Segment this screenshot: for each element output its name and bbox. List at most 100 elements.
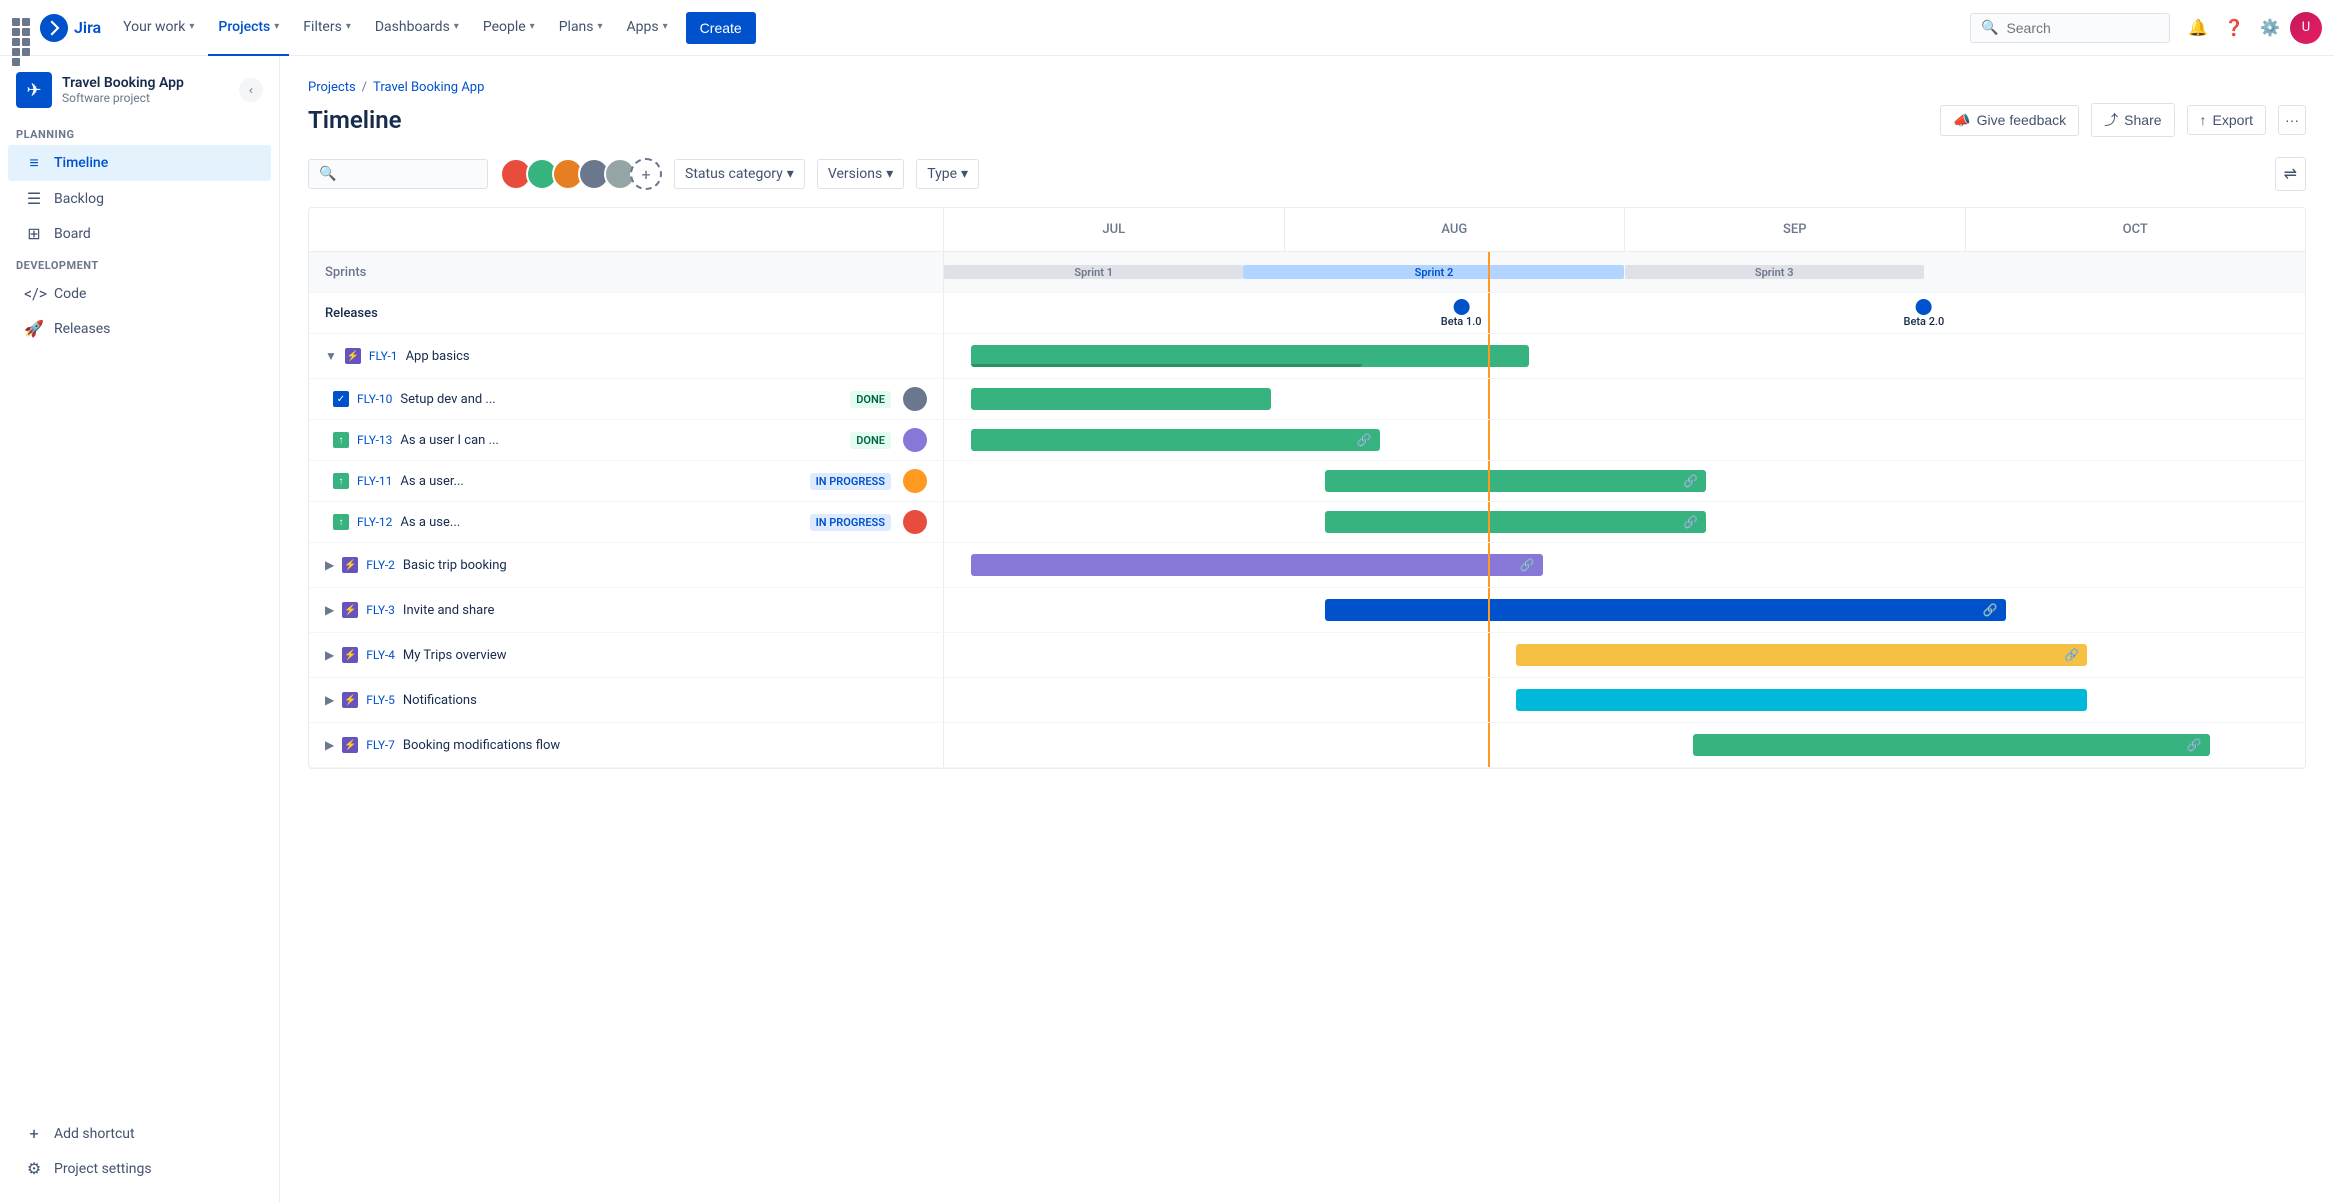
- sidebar-item-backlog[interactable]: ☰ Backlog: [8, 181, 271, 216]
- type-filter[interactable]: Type ▾: [916, 159, 979, 189]
- releases-gantt: Beta 1.0 Beta 2.0: [944, 293, 2305, 333]
- expand-icon[interactable]: ▶: [325, 603, 334, 617]
- top-navigation: Jira Your work ▾ Projects ▾ Filters ▾ Da…: [0, 0, 2334, 56]
- epic-type-icon: ⚡: [342, 602, 358, 618]
- epic-fly1-gantt: [944, 334, 2305, 378]
- releases-label: Releases: [325, 306, 378, 321]
- issue-title: As a user...: [400, 474, 801, 489]
- add-shortcut-icon: +: [24, 1124, 44, 1143]
- timeline-column-headers: JUL AUG SEP OCT: [309, 208, 2305, 252]
- nav-apps[interactable]: Apps ▾: [617, 0, 678, 56]
- expand-icon[interactable]: ▶: [325, 648, 334, 662]
- search-box[interactable]: 🔍: [1970, 13, 2170, 43]
- nav-filters[interactable]: Filters ▾: [293, 0, 361, 56]
- nav-your-work[interactable]: Your work ▾: [113, 0, 204, 56]
- epic-fly1-bar[interactable]: [971, 345, 1529, 367]
- help-button[interactable]: ❓: [2218, 12, 2250, 44]
- link-icon: 🔗: [1683, 474, 1698, 488]
- issue-key: FLY-13: [357, 433, 392, 447]
- epic-fly4-row: ▶ ⚡ FLY-4 My Trips overview 🔗: [309, 633, 2305, 678]
- filter-search-box[interactable]: 🔍: [308, 159, 488, 189]
- status-category-filter[interactable]: Status category ▾: [674, 159, 805, 189]
- page-title: Timeline: [308, 106, 1940, 134]
- epic-fly1-row: ▼ ⚡ FLY-1 App basics: [309, 334, 2305, 379]
- fly13-bar[interactable]: 🔗: [971, 429, 1379, 451]
- search-input[interactable]: [2006, 20, 2146, 36]
- assignee-avatar: [903, 387, 927, 411]
- today-line: [1488, 723, 1490, 767]
- fly5-bar[interactable]: [1516, 689, 2088, 711]
- settings-icon: ⚙: [24, 1159, 44, 1178]
- filter-bar: 🔍 + Status category ▾ Versions: [308, 157, 2306, 191]
- breadcrumb-projects-link[interactable]: Projects: [308, 80, 356, 95]
- grid-menu-icon[interactable]: [12, 18, 32, 38]
- give-feedback-button[interactable]: 📣 Give feedback: [1940, 105, 2079, 136]
- sidebar-item-board[interactable]: ⊞ Board: [8, 216, 271, 251]
- breadcrumb: Projects / Travel Booking App: [308, 80, 2306, 95]
- expand-icon[interactable]: ▶: [325, 738, 334, 752]
- sprints-label-cell: Sprints: [309, 252, 944, 292]
- filter-search-input[interactable]: [342, 166, 482, 182]
- today-line: [1488, 588, 1490, 632]
- fly2-bar[interactable]: 🔗: [971, 554, 1543, 576]
- sidebar-item-code[interactable]: </> Code: [8, 276, 271, 311]
- fly7-bar[interactable]: 🔗: [1693, 734, 2210, 756]
- releases-row: Releases Beta 1.0 Beta 2.0: [309, 293, 2305, 334]
- versions-filter[interactable]: Versions ▾: [817, 159, 904, 189]
- filter-settings-button[interactable]: ⇌: [2275, 157, 2306, 191]
- chevron-icon: ▾: [663, 21, 668, 32]
- collapse-sidebar-button[interactable]: ‹: [239, 78, 263, 102]
- project-settings-button[interactable]: ⚙ Project settings: [8, 1151, 271, 1186]
- epic-fly1-label: ▼ ⚡ FLY-1 App basics: [309, 334, 944, 378]
- expand-icon[interactable]: ▶: [325, 558, 334, 572]
- user-avatar[interactable]: U: [2290, 12, 2322, 44]
- issue-key: FLY-3: [366, 603, 395, 617]
- issue-key: FLY-10: [357, 392, 392, 406]
- jira-logo[interactable]: Jira: [40, 14, 101, 42]
- sidebar: ✈ Travel Booking App Software project ‹ …: [0, 56, 280, 1202]
- expand-icon[interactable]: ▶: [325, 693, 334, 707]
- epic-fly7-gantt: 🔗: [944, 723, 2305, 767]
- more-actions-button[interactable]: ···: [2278, 105, 2306, 135]
- fly3-bar[interactable]: 🔗: [1325, 599, 2006, 621]
- notifications-button[interactable]: 🔔: [2182, 12, 2214, 44]
- chevron-icon: ▾: [598, 21, 603, 32]
- create-button[interactable]: Create: [686, 12, 756, 44]
- issue-fly13-label: ↑ FLY-13 As a user I can ... DONE: [309, 420, 944, 460]
- epic-type-icon: ⚡: [342, 557, 358, 573]
- sprints-row: Sprints Sprint 1 Sprint 2: [309, 252, 2305, 293]
- issue-key: FLY-11: [357, 474, 392, 488]
- link-icon: 🔗: [1357, 433, 1372, 447]
- nav-plans[interactable]: Plans ▾: [549, 0, 613, 56]
- issue-fly10-label: ✓ FLY-10 Setup dev and ... DONE: [309, 379, 944, 419]
- breadcrumb-project-link[interactable]: Travel Booking App: [373, 80, 484, 95]
- today-line: [1488, 379, 1490, 419]
- fly4-bar[interactable]: 🔗: [1516, 644, 2088, 666]
- expand-icon[interactable]: ▼: [325, 349, 337, 363]
- link-icon: 🔗: [1520, 558, 1535, 572]
- fly11-bar[interactable]: 🔗: [1325, 470, 1706, 492]
- fly10-bar[interactable]: [971, 388, 1270, 410]
- settings-button[interactable]: ⚙️: [2254, 12, 2286, 44]
- fly12-bar[interactable]: 🔗: [1325, 511, 1706, 533]
- header-actions: 📣 Give feedback ⤴ Share ↑ Export ···: [1940, 103, 2306, 137]
- sidebar-item-timeline[interactable]: ≡ Timeline: [8, 145, 271, 181]
- epic-fly2-row: ▶ ⚡ FLY-2 Basic trip booking 🔗: [309, 543, 2305, 588]
- add-shortcut-button[interactable]: + Add shortcut: [8, 1116, 271, 1151]
- issue-title: Notifications: [403, 693, 927, 708]
- sprints-label: Sprints: [325, 265, 366, 280]
- sidebar-item-releases[interactable]: 🚀 Releases: [8, 311, 271, 346]
- today-line: [1488, 420, 1490, 460]
- epic-type-icon: ⚡: [342, 647, 358, 663]
- epic-fly5-gantt: [944, 678, 2305, 722]
- sprint2-label: Sprint 2: [1415, 266, 1454, 279]
- sprint3-label: Sprint 3: [1755, 266, 1794, 279]
- add-avatar-button[interactable]: +: [630, 158, 662, 190]
- assignee-avatar: [903, 469, 927, 493]
- issue-fly11-row: ↑ FLY-11 As a user... IN PROGRESS 🔗: [309, 461, 2305, 502]
- nav-dashboards[interactable]: Dashboards ▾: [365, 0, 469, 56]
- share-button[interactable]: ⤴ Share: [2091, 103, 2174, 137]
- export-button[interactable]: ↑ Export: [2187, 105, 2266, 135]
- nav-people[interactable]: People ▾: [473, 0, 545, 56]
- nav-projects[interactable]: Projects ▾: [208, 0, 289, 56]
